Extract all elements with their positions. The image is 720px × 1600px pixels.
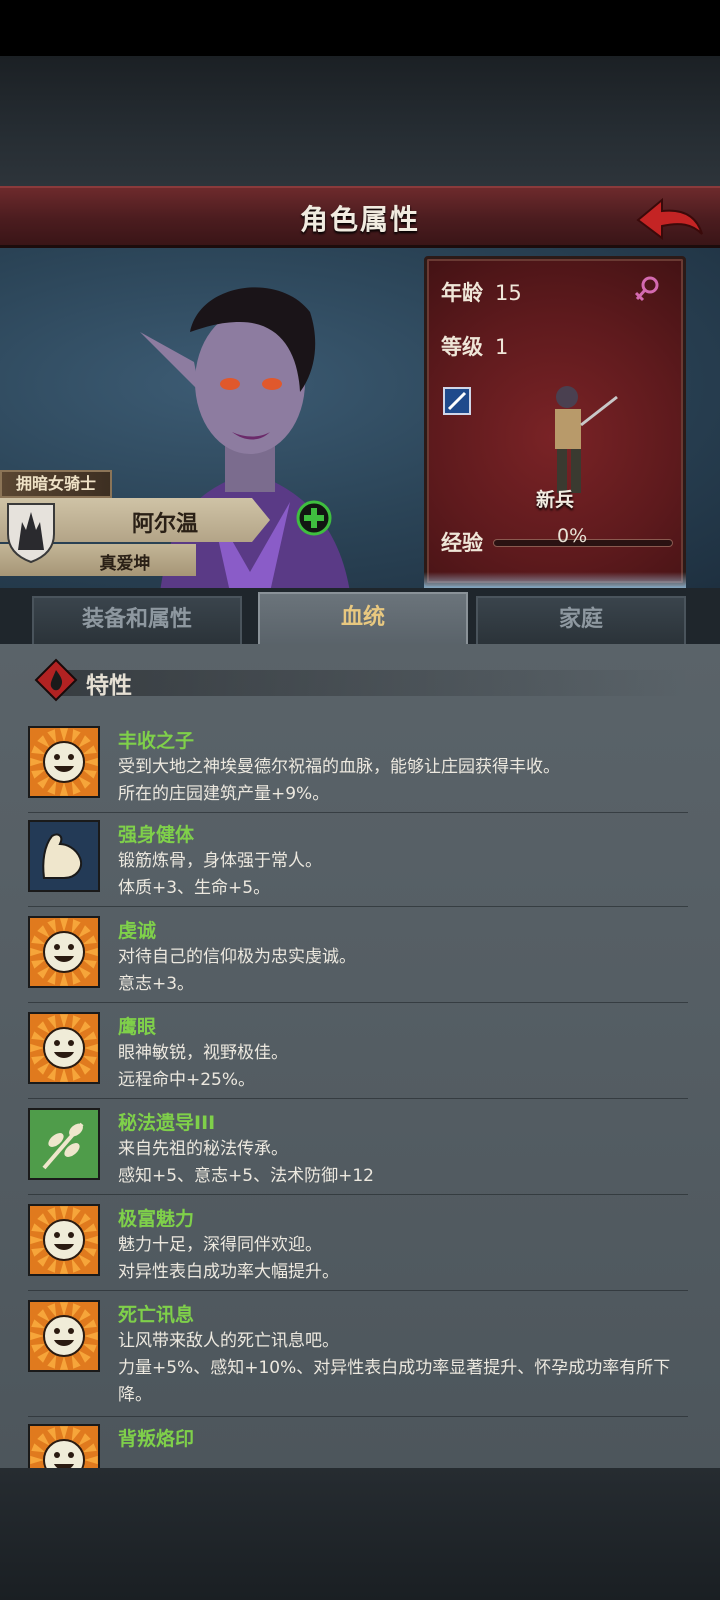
title-tag-text: 拥暗女骑士 [15,474,96,493]
level-label: 等级 [441,335,483,359]
tab-label: 血统 [340,605,385,630]
back-arrow-icon [636,197,703,240]
trait-description: 来自先祖的秘法传承。感知+5、意志+5、法术防御+12 [118,1136,688,1190]
trait-name: 鹰眼 [118,1016,157,1038]
trait-description: 眼神敏锐，视野极佳。 远程命中+25%。 [118,1040,688,1094]
level-value: 1 [495,335,509,359]
tab-label: 装备和属性 [81,607,192,632]
trait-name: 秘法遗导III [118,1112,216,1134]
trait-description-line: 力量+5%、感知+10%、对异性表白成功率显著提升、怀孕成功率有所下降。 [118,1358,671,1405]
trait-name: 虔诚 [118,920,157,942]
top-backdrop [0,56,720,186]
trait-name: 背叛烙印 [118,1428,195,1450]
age-row: 年龄 15 [441,277,522,307]
trait-name: 死亡讯息 [118,1304,195,1326]
section-bar [50,670,690,696]
traits-list[interactable]: 特性 丰收之子 受到大地之神埃曼德尔祝福的血脉，能够让庄园获得丰收。 所在的庄园建筑… [0,644,720,1468]
divider [28,1416,688,1417]
tab-label: 家庭 [558,607,603,632]
smiley-sun-icon [28,1012,100,1084]
trait-description-line: 感知+5、意志+5、法术防御+12 [118,1166,374,1186]
section-title: 特性 [86,673,132,699]
trait-description-line: 让风带来敌人的死亡讯息吧。 [118,1331,339,1351]
trait-description-line: 意志+3。 [118,974,195,994]
trait-name: 极富魅力 [118,1208,195,1230]
character-name: 阿尔温 [131,512,198,537]
divider [28,1290,688,1291]
status-bar-area [0,0,720,56]
fire-diamond-icon [34,658,78,702]
traits-section-header: 特性 [30,658,690,702]
trait-description: 对待自己的信仰极为忠实虔诚。 意志+3。 [118,944,688,998]
trait-name: 强身健体 [118,824,195,846]
divider [28,906,688,907]
unit-label: 新兵 [535,489,574,511]
trait-description-line: 对异性表白成功率大幅提升。 [118,1262,339,1282]
flexed-arm-icon [28,820,100,892]
tab-bloodline[interactable]: 血统 [258,592,468,644]
age-value: 15 [495,281,522,305]
trait-name: 丰收之子 [118,730,195,752]
trait-description-line: 远程命中+25%。 [118,1070,256,1090]
page-header: 角色属性 [0,186,720,248]
trait-description: 受到大地之神埃曼德尔祝福的血脉，能够让庄园获得丰收。 所在的庄园建筑产量+9%。 [118,754,688,808]
exp-value: 0% [557,525,588,547]
trait-description: 让风带来敌人的死亡讯息吧。力量+5%、感知+10%、对异性表白成功率显著提升、怀… [118,1328,688,1409]
back-button[interactable] [634,194,706,246]
divider [28,1194,688,1195]
trait-description-line: 受到大地之神埃曼德尔祝福的血脉，能够让庄园获得丰收。 [118,757,560,777]
exp-label: 经验 [441,531,483,555]
title-tag: 拥暗女骑士 [0,470,112,498]
divider [28,1002,688,1003]
smiley-sun-icon [28,916,100,988]
smiley-sun-icon [28,1424,100,1468]
trait-description-line: 所在的庄园建筑产量+9%。 [118,784,330,804]
age-label: 年龄 [441,281,483,305]
sword-icon [447,391,467,411]
tab-family[interactable]: 家庭 [476,596,686,644]
stats-panel: 年龄 15 等级 1 新兵 经验 0% [424,256,686,586]
page-title: 角色属性 [299,203,420,236]
add-button[interactable] [296,500,332,536]
female-icon [634,276,659,302]
smiley-sun-icon [28,1204,100,1276]
plus-icon [296,500,332,536]
sword-skill-icon[interactable] [443,387,471,415]
trait-description-line: 眼神敏锐，视野极佳。 [118,1043,288,1063]
bottom-area [0,1468,720,1600]
smiley-sun-icon [28,726,100,798]
divider [28,812,688,813]
trait-description-line: 对待自己的信仰极为忠实虔诚。 [118,947,356,967]
trait-description: 锻筋炼骨，身体强于常人。 体质+3、生命+5。 [118,848,688,902]
smiley-sun-icon [28,1300,100,1372]
herb-branch-icon [28,1108,100,1180]
level-row: 等级 1 [441,331,508,361]
tab-equipment[interactable]: 装备和属性 [32,596,242,644]
character-subtitle: 真爱坤 [99,554,151,574]
trait-description: 魅力十足，深得同伴欢迎。 对异性表白成功率大幅提升。 [118,1232,688,1286]
trait-description-line: 来自先祖的秘法传承。 [118,1139,288,1159]
trait-description-line: 锻筋炼骨，身体强于常人。 [118,851,322,871]
shield-emblem-icon [7,503,55,564]
trait-description-line: 魅力十足，深得同伴欢迎。 [118,1235,322,1255]
divider [28,1098,688,1099]
trait-description-line: 体质+3、生命+5。 [118,878,271,898]
